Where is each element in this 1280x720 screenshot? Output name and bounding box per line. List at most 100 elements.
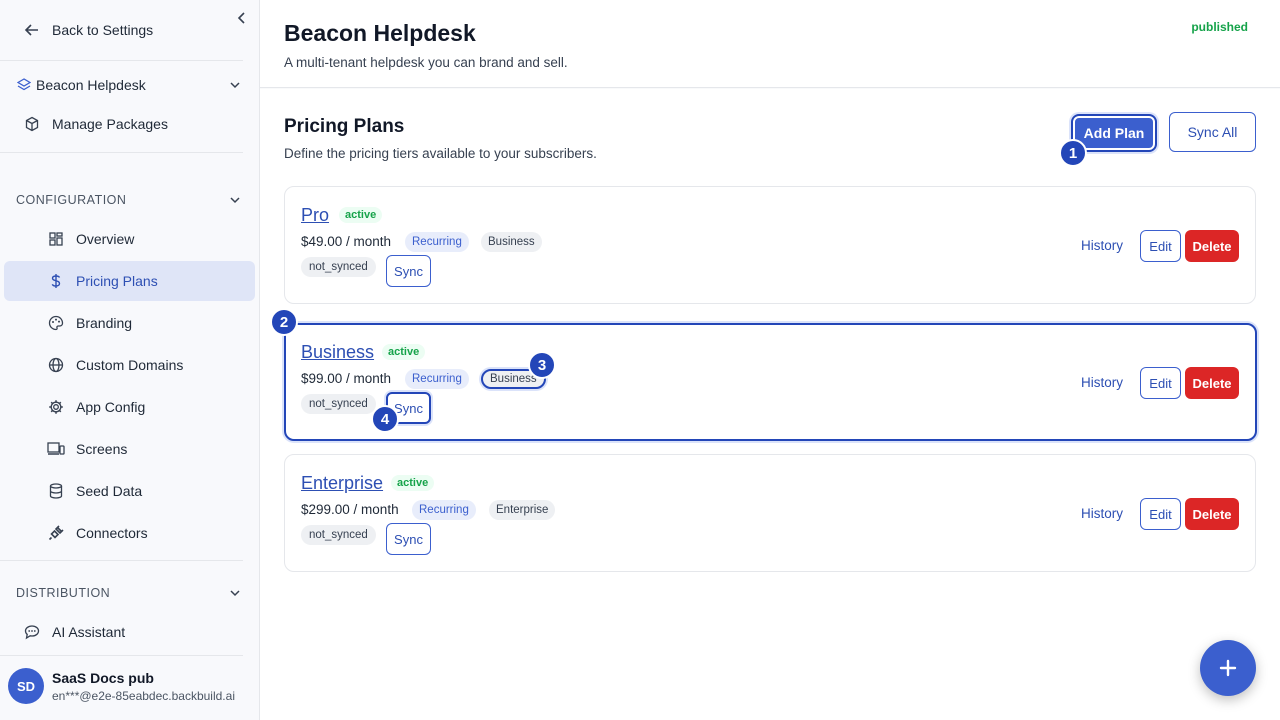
- delete-button[interactable]: Delete: [1185, 498, 1239, 530]
- plan-card-pro: Pro active $49.00 / month Recurring Busi…: [284, 186, 1256, 304]
- sidebar-item-overview[interactable]: Overview: [0, 219, 259, 259]
- history-link[interactable]: History: [1081, 238, 1123, 253]
- sync-status-badge: not_synced: [301, 257, 376, 277]
- edit-button[interactable]: Edit: [1140, 230, 1181, 262]
- sidebar-item-label: Custom Domains: [76, 357, 184, 373]
- history-link[interactable]: History: [1081, 375, 1123, 390]
- configuration-label: CONFIGURATION: [16, 193, 127, 207]
- user-email: en***@e2e-85eabdec.backbuild.ai: [52, 688, 235, 703]
- globe-icon: [46, 355, 66, 375]
- avatar: SD: [8, 668, 44, 704]
- chevron-left-icon: [237, 12, 245, 24]
- chevron-down-icon: [229, 194, 241, 206]
- annotation-badge-2: 2: [270, 308, 298, 336]
- user-profile[interactable]: SD SaaS Docs pub en***@e2e-85eabdec.back…: [8, 668, 235, 704]
- sidebar-item-connectors[interactable]: Connectors: [0, 513, 259, 553]
- manage-packages-link[interactable]: Manage Packages: [0, 112, 259, 136]
- add-fab-button[interactable]: [1200, 640, 1256, 696]
- billing-tag: Recurring: [405, 232, 469, 252]
- sync-button[interactable]: Sync: [386, 255, 431, 287]
- sync-status-badge: not_synced: [301, 394, 376, 414]
- database-icon: [46, 481, 66, 501]
- sync-button[interactable]: Sync: [386, 523, 431, 555]
- sidebar-item-label: App Config: [76, 399, 146, 415]
- collapse-sidebar-button[interactable]: [232, 8, 252, 28]
- sidebar: Back to Settings Beacon Helpdesk Manage …: [0, 0, 260, 720]
- plan-price: $99.00 / month: [301, 371, 392, 386]
- plan-name-link[interactable]: Enterprise: [301, 473, 383, 494]
- sync-status-badge: not_synced: [301, 525, 376, 545]
- tier-tag: Enterprise: [489, 500, 556, 520]
- sidebar-item-custom-domains[interactable]: Custom Domains: [0, 345, 259, 385]
- dollar-icon: [46, 271, 66, 291]
- app-selector-label: Beacon Helpdesk: [36, 77, 146, 93]
- back-to-settings-link[interactable]: Back to Settings: [0, 14, 259, 46]
- back-label: Back to Settings: [52, 22, 154, 38]
- sidebar-item-label: AI Assistant: [52, 624, 126, 640]
- delete-button[interactable]: Delete: [1185, 230, 1239, 262]
- status-badge: published: [1191, 20, 1248, 34]
- chat-icon: [22, 622, 42, 642]
- main-content: Pricing Plans Define the pricing tiers a…: [260, 89, 1280, 720]
- arrow-left-icon: [22, 20, 42, 40]
- add-plan-button[interactable]: Add Plan: [1071, 114, 1157, 152]
- billing-tag: Recurring: [405, 369, 469, 389]
- user-name: SaaS Docs pub: [52, 669, 154, 686]
- annotation-badge-4: 4: [371, 405, 399, 433]
- sidebar-item-label: Branding: [76, 315, 133, 331]
- distribution-label: DISTRIBUTION: [16, 586, 111, 600]
- package-icon: [22, 114, 42, 134]
- plan-status-badge: active: [391, 475, 435, 491]
- plan-card-business: Business active $99.00 / month Recurring…: [284, 323, 1257, 441]
- delete-button[interactable]: Delete: [1185, 367, 1239, 399]
- divider: [0, 560, 243, 561]
- sidebar-item-label: Seed Data: [76, 483, 143, 499]
- sidebar-item-label: Pricing Plans: [76, 273, 158, 289]
- palette-icon: [46, 313, 66, 333]
- edit-button[interactable]: Edit: [1140, 367, 1181, 399]
- plan-status-badge: active: [382, 344, 426, 360]
- annotation-badge-3: 3: [528, 351, 556, 379]
- tier-tag: Business: [481, 232, 542, 252]
- section-subtitle: Define the pricing tiers available to yo…: [284, 146, 597, 161]
- sidebar-item-ai-assistant[interactable]: AI Assistant: [0, 620, 259, 644]
- annotation-badge-1: 1: [1059, 139, 1087, 167]
- plug-icon: [46, 523, 66, 543]
- plan-card-enterprise: Enterprise active $299.00 / month Recurr…: [284, 454, 1256, 572]
- plan-price: $299.00 / month: [301, 502, 399, 517]
- plan-name-link[interactable]: Business: [301, 342, 374, 363]
- sidebar-item-screens[interactable]: Screens: [0, 429, 259, 469]
- billing-tag: Recurring: [412, 500, 476, 520]
- edit-button[interactable]: Edit: [1140, 498, 1181, 530]
- chevron-down-icon: [229, 79, 241, 91]
- chevron-down-icon: [229, 587, 241, 599]
- grid-icon: [46, 229, 66, 249]
- distribution-section-header[interactable]: DISTRIBUTION: [0, 583, 259, 603]
- configuration-section-header[interactable]: CONFIGURATION: [0, 190, 259, 210]
- sync-all-button[interactable]: Sync All: [1169, 112, 1256, 152]
- plan-name-link[interactable]: Pro: [301, 205, 329, 226]
- page-subtitle: A multi-tenant helpdesk you can brand an…: [284, 55, 568, 70]
- sidebar-item-seed-data[interactable]: Seed Data: [0, 471, 259, 511]
- sidebar-item-label: Overview: [76, 231, 135, 247]
- divider: [0, 60, 243, 61]
- section-title: Pricing Plans: [284, 116, 405, 137]
- plan-price: $49.00 / month: [301, 234, 392, 249]
- layers-icon: [16, 75, 32, 95]
- sidebar-item-label: Screens: [76, 441, 128, 457]
- devices-icon: [46, 439, 66, 459]
- plus-icon: [1219, 659, 1237, 677]
- app-header: Beacon Helpdesk A multi-tenant helpdesk …: [260, 0, 1280, 88]
- sidebar-item-label: Connectors: [76, 525, 148, 541]
- plan-status-badge: active: [339, 207, 383, 223]
- divider: [0, 655, 243, 656]
- sidebar-item-branding[interactable]: Branding: [0, 303, 259, 343]
- divider: [0, 152, 243, 153]
- manage-packages-label: Manage Packages: [52, 116, 168, 132]
- app-selector[interactable]: Beacon Helpdesk: [0, 72, 259, 98]
- sidebar-item-app-config[interactable]: App Config: [0, 387, 259, 427]
- sidebar-item-pricing-plans[interactable]: Pricing Plans: [4, 261, 255, 301]
- history-link[interactable]: History: [1081, 506, 1123, 521]
- page-title: Beacon Helpdesk: [284, 20, 476, 46]
- gear-icon: [46, 397, 66, 417]
